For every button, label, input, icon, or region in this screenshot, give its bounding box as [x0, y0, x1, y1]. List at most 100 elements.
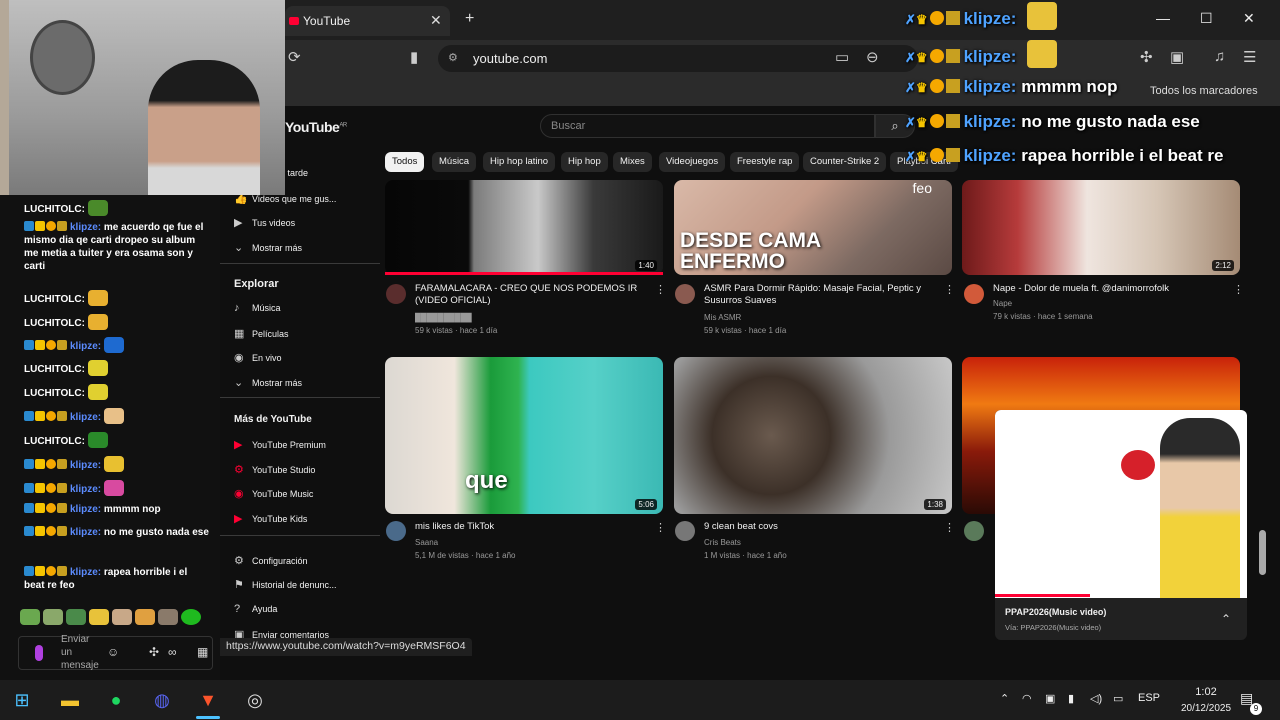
miniplayer-expand-icon[interactable]: ⌃ [1221, 612, 1231, 626]
chat-username[interactable]: klipze: [70, 504, 101, 515]
video-channel[interactable]: Mis ASMR [704, 313, 741, 322]
windows-start-icon[interactable]: ⊞ [10, 688, 34, 712]
video-thumbnail[interactable]: que 5:06 [385, 357, 663, 514]
filter-chip[interactable]: Freestyle rap [730, 152, 800, 172]
brave-browser-icon[interactable]: ▼ [196, 688, 220, 712]
menu-icon[interactable]: ☰ [1243, 48, 1256, 66]
emote-icon[interactable] [66, 609, 86, 625]
microphone-tray-icon[interactable]: ▮ [1068, 692, 1074, 705]
emote-icon[interactable] [43, 609, 63, 625]
channel-avatar[interactable] [964, 284, 984, 304]
tray-app-icon[interactable]: ▣ [1045, 692, 1055, 705]
tab-close-icon[interactable]: ✕ [430, 12, 442, 29]
filter-chip[interactable]: Mixes [613, 152, 652, 172]
browser-tab-youtube[interactable]: YouTube [285, 6, 450, 36]
extensions-icon[interactable]: ✣ [149, 645, 159, 659]
zoom-icon[interactable]: ⊖ [866, 48, 879, 66]
sidebar-item-help[interactable]: ? Ayuda [234, 603, 277, 615]
video-channel[interactable]: Cris Beats [704, 538, 741, 547]
site-info-icon[interactable]: ⚙ [448, 45, 458, 72]
clock-time[interactable]: 1:02 [1187, 686, 1225, 698]
video-title[interactable]: mis likes de TikTok [415, 521, 640, 533]
media-icon[interactable]: ♫ [1214, 48, 1225, 65]
search-input[interactable]: Buscar [540, 114, 875, 138]
emote-icon[interactable] [89, 609, 109, 625]
close-window-icon[interactable]: ✕ [1243, 10, 1255, 27]
emote-icon[interactable] [181, 609, 201, 625]
video-thumbnail[interactable]: 1:38 [674, 357, 952, 514]
chat-input[interactable]: Enviar un mensaje ☺ ✣ ∞ ▦ [18, 634, 213, 671]
file-explorer-icon[interactable]: ▬ [58, 688, 82, 712]
miniplayer[interactable]: PPAP2026(Music video) Vía: PPAP2026(Musi… [995, 410, 1247, 640]
sidebar-item-report-history[interactable]: ⚑ Historial de denunc... [234, 578, 337, 591]
filter-chip[interactable]: Videojuegos [659, 152, 726, 172]
minimize-window-icon[interactable]: — [1156, 10, 1170, 26]
filter-chip[interactable]: Counter-Strike 2 [803, 152, 887, 172]
chat-username[interactable]: LUCHITOLC: [24, 294, 85, 305]
store-icon[interactable]: ▦ [197, 645, 208, 659]
channel-avatar[interactable] [964, 521, 984, 541]
sidebar-item-show-more[interactable]: ⌄ Mostrar más [234, 241, 302, 254]
obs-icon[interactable]: ◎ [243, 688, 267, 712]
more-options-icon[interactable]: ⋮ [1233, 283, 1244, 296]
filter-chip[interactable]: Hip hop latino [483, 152, 556, 172]
chat-username[interactable]: LUCHITOLC: [24, 318, 85, 329]
new-tab-button[interactable]: + [465, 10, 474, 28]
video-thumbnail[interactable]: DESDE CAMA ENFERMO feo [674, 180, 952, 275]
emote-icon[interactable] [20, 609, 40, 625]
cast-icon[interactable]: ▭ [835, 48, 849, 66]
microphone-icon[interactable] [35, 645, 43, 661]
video-thumbnail[interactable]: 2:12 [962, 180, 1240, 275]
chat-username[interactable]: klipze: [70, 484, 101, 495]
chat-username[interactable]: klipze: [70, 412, 101, 423]
more-options-icon[interactable]: ⋮ [944, 521, 955, 534]
video-title[interactable]: FARAMALACARA - CREO QUE NOS PODEMOS IR (… [415, 283, 640, 307]
extensions-icon[interactable]: ✣ [1140, 48, 1153, 66]
emote-icon[interactable] [112, 609, 132, 625]
channel-avatar[interactable] [675, 284, 695, 304]
filter-chip[interactable]: Música [432, 152, 477, 172]
volume-icon[interactable]: ◁) [1090, 692, 1102, 705]
youtube-logo[interactable]: YouTubeAR [285, 119, 347, 135]
chat-username[interactable]: LUCHITOLC: [24, 388, 85, 399]
sidebar-item-music[interactable]: ♪ Música [234, 302, 281, 314]
maximize-window-icon[interactable]: ☐ [1200, 10, 1213, 27]
chat-username[interactable]: LUCHITOLC: [24, 364, 85, 375]
chat-username[interactable]: LUCHITOLC: [24, 204, 85, 215]
sidebar-item-premium[interactable]: ▶ YouTube Premium [234, 438, 326, 451]
sidebar-item-music-app[interactable]: ◉ YouTube Music [234, 487, 313, 500]
sidebar-item-your-videos[interactable]: ▶ Tus videos [234, 216, 295, 229]
video-title[interactable]: ASMR Para Dormir Rápido: Masaje Facial, … [704, 283, 934, 307]
headset-icon[interactable]: ◠ [1022, 692, 1032, 705]
chat-username[interactable]: klipze: [70, 460, 101, 471]
channel-avatar[interactable] [386, 284, 406, 304]
video-channel[interactable]: Saana [415, 538, 438, 547]
video-thumbnail[interactable]: 1:40 [385, 180, 663, 275]
channel-avatar[interactable] [675, 521, 695, 541]
network-icon[interactable]: ▭ [1113, 692, 1123, 705]
sidebar-item-movies[interactable]: ▦ Películas [234, 327, 289, 340]
miniplayer-video[interactable] [995, 410, 1247, 598]
emote-icon[interactable] [135, 609, 155, 625]
tray-overflow-icon[interactable]: ⌃ [1000, 692, 1009, 705]
chat-username[interactable]: LUCHITOLC: [24, 436, 85, 447]
chat-username[interactable]: klipze: [70, 567, 101, 578]
more-options-icon[interactable]: ⋮ [944, 283, 955, 296]
reload-icon[interactable]: ⟳ [288, 48, 301, 66]
chat-username[interactable]: klipze: [70, 222, 101, 233]
video-title[interactable]: Nape - Dolor de muela ft. @danimorrofolk [993, 283, 1223, 295]
discord-icon[interactable]: ◍ [150, 688, 174, 712]
sidebar-item-show-more-explore[interactable]: ⌄ Mostrar más [234, 376, 302, 389]
video-channel[interactable]: ██████████ [415, 313, 472, 322]
sidebar-item-studio[interactable]: ⚙ YouTube Studio [234, 463, 315, 476]
all-bookmarks-button[interactable]: Todos los marcadores [1150, 85, 1258, 97]
chat-username[interactable]: klipze: [70, 527, 101, 538]
video-title[interactable]: 9 clean beat covs [704, 521, 929, 533]
filter-chip[interactable]: Todos [385, 152, 425, 172]
language-indicator[interactable]: ESP [1138, 692, 1160, 704]
channel-avatar[interactable] [386, 521, 406, 541]
bookmark-icon[interactable]: ▮ [410, 48, 418, 66]
emote-icon[interactable] [158, 609, 178, 625]
page-scrollbar[interactable] [1259, 530, 1266, 575]
spotify-icon[interactable]: ● [104, 688, 128, 712]
